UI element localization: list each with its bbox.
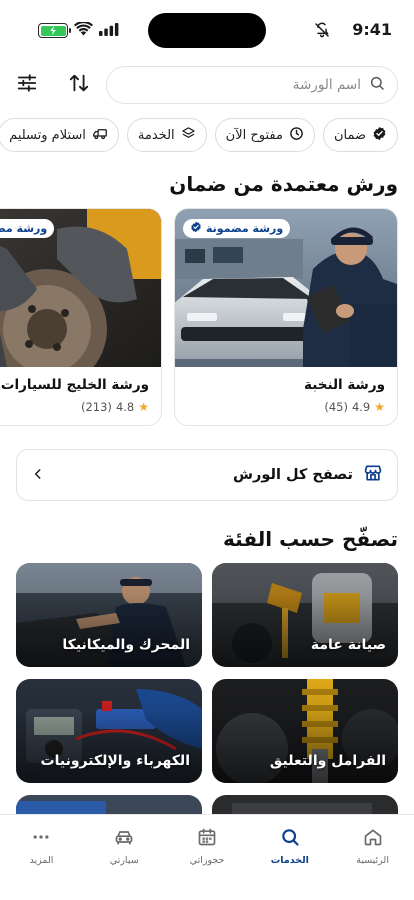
nav-more[interactable]: المزيد <box>0 815 83 900</box>
chip-label: ضمان <box>333 127 366 143</box>
chip-label: الخدمة <box>137 127 175 143</box>
nav-my-car[interactable]: سيارتي <box>83 815 166 900</box>
category-electrical-electronics[interactable]: الكهرباء والإلكترونيات <box>16 679 202 783</box>
chip-guarantee[interactable]: ضمان <box>322 118 398 152</box>
truck-icon <box>92 126 108 145</box>
star-icon: ★ <box>374 400 385 414</box>
chip-pickup-delivery[interactable]: استلام وتسليم <box>0 118 119 152</box>
workshop-rating: (45) 4.9 ★ <box>324 400 385 414</box>
nav-bookings[interactable]: حجوزاتي <box>166 815 249 900</box>
verified-icon <box>190 221 202 236</box>
search-row <box>16 66 398 104</box>
sort-button[interactable] <box>64 70 94 100</box>
category-label: الكهرباء والإلكترونيات <box>40 753 190 769</box>
browse-all-workshops-button[interactable]: تصفح كل الورش <box>16 449 398 501</box>
star-icon: ★ <box>138 400 149 414</box>
status-bar: 9:41 <box>0 0 414 58</box>
cellular-signal-icon <box>99 21 119 40</box>
categories-section-title: تصفّح حسب الفئة <box>223 527 398 551</box>
badge-label: ورشة مضمونة <box>206 222 284 235</box>
workshop-name: ورشة النخبة <box>304 377 385 393</box>
sort-arrows-icon <box>68 72 90 98</box>
workshop-card[interactable]: ورشة مضمونة ورشة النخبة (45) 4.9 ★ <box>174 208 398 426</box>
store-icon <box>363 463 383 487</box>
more-icon <box>31 827 51 850</box>
nav-label: حجوزاتي <box>189 855 225 866</box>
workshop-card[interactable]: ورشة مضمونة ورشة الخليج للسيارات (213) 4… <box>0 208 162 426</box>
category-label: المحرك والميكانيكا <box>62 637 190 653</box>
category-engine-mechanics[interactable]: المحرك والميكانيكا <box>16 563 202 667</box>
bottom-navigation: الرئيسية الخدمات حجوزاتي سيارتي المزيد <box>0 814 414 900</box>
category-label: الفرامل والتعليق <box>269 753 386 769</box>
chip-service[interactable]: الخدمة <box>126 118 207 152</box>
chip-label: مفتوح الآن <box>225 127 283 143</box>
home-icon <box>363 827 383 850</box>
review-count: (45) <box>324 400 348 414</box>
certified-workshops-carousel: ورشة مضمونة ورشة النخبة (45) 4.9 ★ ورشة … <box>0 208 398 428</box>
rating-value: 4.9 <box>351 400 371 414</box>
category-brakes-suspension[interactable]: الفرامل والتعليق <box>212 679 398 783</box>
workshop-name: ورشة الخليج للسيارات <box>0 377 149 393</box>
browse-all-label: تصفح كل الورش <box>233 467 353 483</box>
battery-icon <box>38 23 71 38</box>
certified-section-title: ورش معتمدة من ضمان <box>169 172 398 196</box>
clock: 9:41 <box>352 20 392 39</box>
filter-button[interactable] <box>12 70 42 100</box>
category-label: صيانة عامة <box>310 637 386 653</box>
wifi-icon <box>74 20 93 40</box>
chevron-left-icon <box>31 466 45 485</box>
car-icon <box>114 827 134 850</box>
workshop-photo: ورشة مضمونة <box>0 209 161 367</box>
nav-label: المزيد <box>29 855 54 866</box>
sliders-icon <box>16 72 38 98</box>
guaranteed-badge: ورشة مضمونة <box>183 219 291 238</box>
badge-label: ورشة مضمونة <box>0 222 48 235</box>
workshop-rating: (213) 4.8 ★ <box>81 400 149 414</box>
chip-label: استلام وتسليم <box>9 127 86 143</box>
rating-value: 4.8 <box>115 400 135 414</box>
nav-home[interactable]: الرئيسية <box>331 815 414 900</box>
workshop-photo: ورشة مضمونة <box>175 209 397 367</box>
bell-muted-icon <box>314 22 330 42</box>
filter-chips: ضمان مفتوح الآن الخدمة استلام وتسليم <box>0 118 398 154</box>
nav-services[interactable]: الخدمات <box>248 815 331 900</box>
clock-icon <box>289 126 304 145</box>
nav-label: الخدمات <box>270 855 309 866</box>
layers-icon <box>181 126 196 145</box>
chip-open-now[interactable]: مفتوح الآن <box>214 118 315 152</box>
nav-label: سيارتي <box>109 855 139 866</box>
verified-icon <box>372 126 387 145</box>
nav-label: الرئيسية <box>356 855 389 866</box>
search-box[interactable] <box>106 66 398 104</box>
dynamic-island <box>148 13 266 48</box>
calendar-icon <box>197 827 217 850</box>
search-icon <box>369 75 385 95</box>
search-input[interactable] <box>119 77 361 93</box>
search-icon <box>280 827 300 850</box>
review-count: (213) <box>81 400 112 414</box>
category-general-maintenance[interactable]: صيانة عامة <box>212 563 398 667</box>
guaranteed-badge: ورشة مضمونة <box>0 219 55 238</box>
